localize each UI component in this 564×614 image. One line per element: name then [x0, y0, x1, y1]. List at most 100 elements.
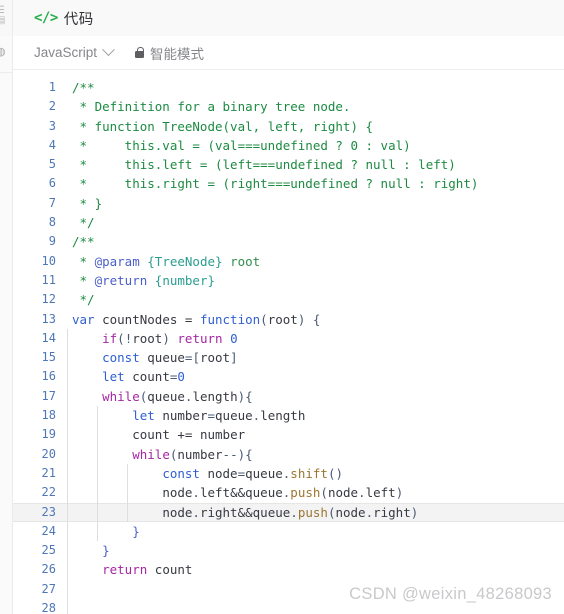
code-line-content: * @return {number}: [66, 271, 564, 290]
code-token: =: [177, 311, 200, 327]
code-line[interactable]: 23 node.right&&queue.push(node.right): [13, 502, 564, 522]
code-line[interactable]: 7 * }: [13, 194, 564, 213]
code-line[interactable]: 3 * function TreeNode(val, left, right) …: [13, 117, 564, 136]
code-line[interactable]: 12 */: [13, 290, 564, 309]
code-token: node: [335, 504, 366, 520]
titlebar: </> 代码: [13, 0, 564, 36]
code-line-content: * function TreeNode(val, left, right) {: [66, 117, 564, 136]
code-token: .: [365, 504, 374, 520]
indent-guide: [97, 406, 98, 426]
line-number: 22: [41, 485, 56, 500]
code-line[interactable]: 9 /**: [13, 232, 564, 251]
code-token: * function TreeNode(val, left, right) {: [72, 118, 374, 134]
code-line-content: */: [66, 213, 564, 232]
code-token: (!: [117, 330, 133, 346]
code-token: queue: [147, 388, 185, 404]
settings-icon[interactable]: ◍: [0, 46, 6, 57]
code-line-content: const queue=[root]: [66, 348, 564, 368]
code-token: 0: [177, 369, 185, 385]
code-token: */: [72, 292, 95, 308]
code-line[interactable]: 25 }: [13, 541, 564, 561]
code-token: node: [327, 485, 359, 501]
code-lines: 1 /** 2 * Definition for a binary tree nod…: [13, 70, 564, 614]
code-token: --){: [222, 446, 253, 462]
editor-panel: </> 代码 JavaScript 智能模式 1 /** 2 * Definitio…: [13, 0, 564, 614]
panel-icon[interactable]: ▤: [0, 16, 5, 26]
code-token: let: [132, 408, 155, 424]
line-number: 15: [41, 350, 56, 365]
code-brackets-icon: </>: [34, 10, 58, 26]
sidebar-rail[interactable]: ☰ ▤ ◍: [0, 0, 13, 614]
code-token: queue: [245, 485, 283, 501]
code-token: }: [72, 543, 110, 559]
code-token: count: [132, 427, 170, 443]
smart-mode-toggle[interactable]: 智能模式: [135, 43, 204, 63]
indent-guide: [67, 541, 68, 561]
code-token: =: [237, 465, 246, 481]
indent-guide: [127, 502, 128, 522]
code-line[interactable]: 21 const node=queue.shift(): [13, 463, 564, 484]
line-number: 4: [48, 137, 56, 152]
code-line[interactable]: 10 * @param {TreeNode} root: [13, 252, 564, 271]
code-token: +=: [169, 427, 200, 443]
code-line[interactable]: 4 * this.val = (val===undefined ? 0 : va…: [13, 136, 564, 155]
code-line[interactable]: 20 while(number--){: [13, 444, 564, 464]
code-line[interactable]: 2 * Definition for a binary tree node.: [13, 97, 564, 116]
code-token: =: [207, 408, 216, 424]
code-line[interactable]: 5 * this.left = (left===undefined ? null…: [13, 155, 564, 174]
line-number: 7: [48, 195, 56, 210]
code-line[interactable]: 1 /**: [13, 78, 564, 97]
line-number: 19: [41, 427, 56, 442]
indent-guide: [97, 483, 98, 503]
code-line[interactable]: 11 * @return {number}: [13, 271, 564, 290]
code-line[interactable]: 8 */: [13, 213, 564, 232]
code-token: countNodes: [102, 311, 178, 327]
code-line-content: * }: [66, 194, 564, 213]
code-line[interactable]: 15 const queue=[root]: [13, 348, 564, 368]
code-token: * }: [72, 195, 103, 211]
code-token: var: [72, 311, 95, 327]
code-editor-window: ☰ ▤ ◍ </> 代码 JavaScript 智能模式 1 /** 2 * Def…: [0, 0, 564, 614]
line-number: 9: [48, 234, 56, 249]
code-line[interactable]: 19 count += number: [13, 425, 564, 445]
line-number: 26: [41, 562, 56, 577]
code-token: if: [102, 330, 118, 346]
indent-guide: [97, 463, 98, 484]
code-token: (: [320, 485, 328, 501]
code-line[interactable]: 26 return count: [13, 560, 564, 580]
code-line[interactable]: 18 let number=queue.length: [13, 406, 564, 426]
code-line[interactable]: 24 }: [13, 521, 564, 542]
code-line-content: var countNodes = function(root) {: [66, 310, 564, 329]
code-token: ) {: [297, 311, 321, 327]
indent-guide: [67, 367, 68, 387]
code-token: (: [260, 311, 268, 327]
code-area[interactable]: 1 /** 2 * Definition for a binary tree nod…: [13, 70, 564, 614]
code-line[interactable]: 16 let count=0: [13, 367, 564, 387]
code-token: ){: [237, 388, 253, 404]
code-token: root: [132, 330, 163, 346]
code-line[interactable]: 13 var countNodes = function(root) {: [13, 310, 564, 329]
code-line[interactable]: 22 node.left&&queue.push(node.left): [13, 483, 564, 503]
line-number: 8: [48, 215, 56, 230]
code-token: {TreeNode}: [147, 253, 223, 269]
language-selector[interactable]: JavaScript: [34, 43, 115, 60]
code-line[interactable]: 6 * this.right = (right===undefined ? nu…: [13, 174, 564, 193]
indent-guide: [67, 386, 68, 407]
line-number: 3: [48, 118, 56, 133]
line-number: 13: [41, 311, 56, 326]
code-token: left: [365, 485, 396, 501]
line-number: 14: [41, 330, 56, 345]
code-line[interactable]: 14 if(!root) return 0: [13, 328, 564, 349]
code-token: return: [177, 330, 223, 346]
code-token: node: [162, 504, 193, 520]
code-token: length: [192, 388, 238, 404]
code-line-content: }: [66, 541, 564, 561]
code-line[interactable]: 17 while(queue.length){: [13, 386, 564, 407]
